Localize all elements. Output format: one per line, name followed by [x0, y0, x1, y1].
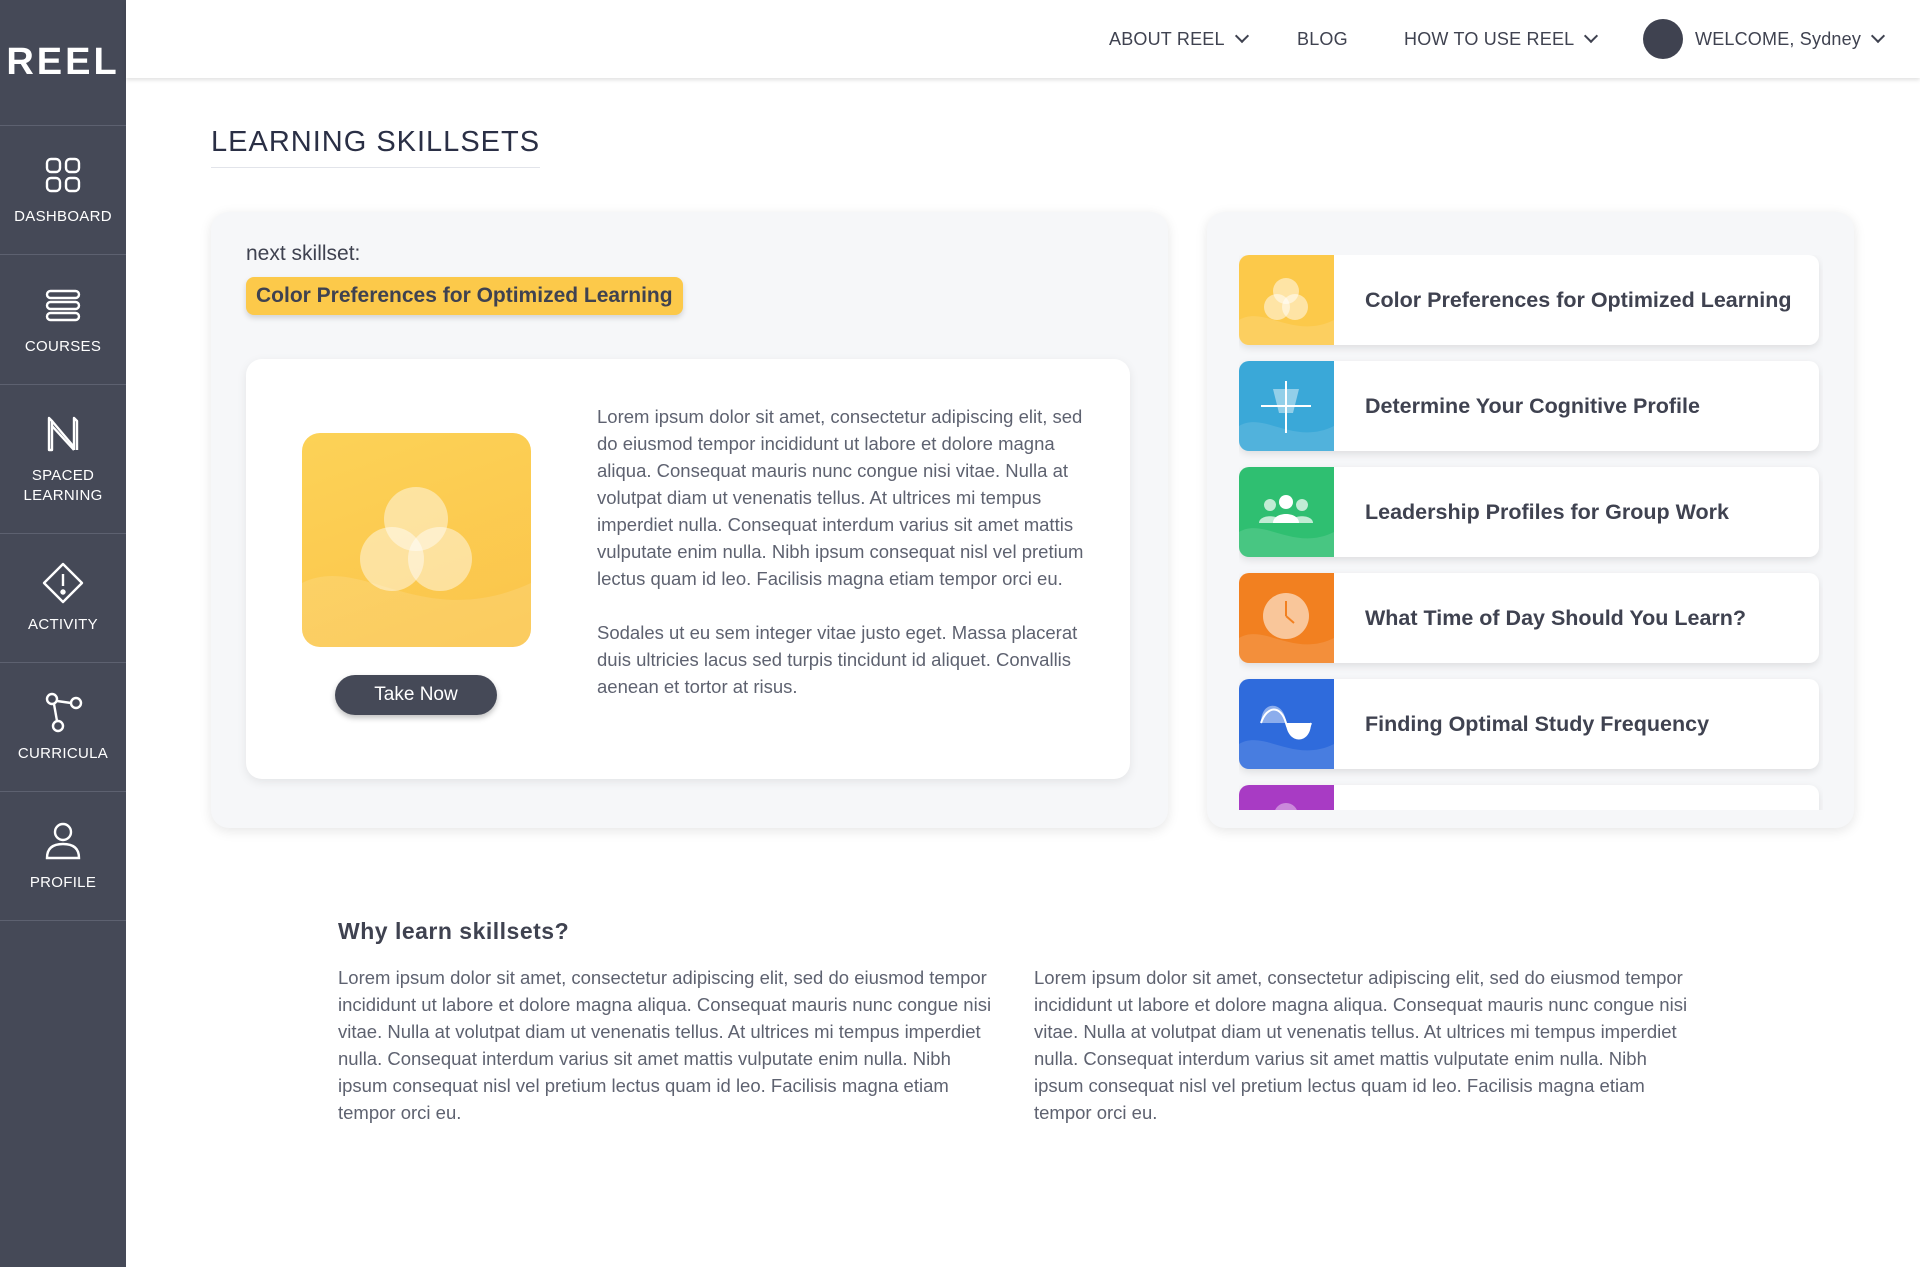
sidebar-item-label: DASHBOARD [14, 208, 112, 225]
sidebar-item-curricula[interactable]: CURRICULA [0, 663, 126, 792]
chevron-down-icon [1234, 28, 1249, 44]
skillset-description: Lorem ipsum dolor sit amet, consectetur … [597, 403, 1087, 700]
list-icon [41, 283, 85, 327]
user-icon [41, 819, 85, 863]
partial-icon [1239, 785, 1334, 810]
reel-logo[interactable]: REEL [0, 0, 126, 126]
skillset-item[interactable] [1239, 785, 1819, 810]
sidebar-item-label: COURSES [24, 337, 102, 355]
skillset-name: Leadership Profiles for Group Work [1365, 499, 1729, 524]
nav-label: ABOUT REEL [1109, 28, 1225, 49]
description-paragraph: Lorem ipsum dolor sit amet, consectetur … [597, 406, 1084, 589]
nav-how-to-use-reel[interactable]: HOW TO USE REEL [1404, 0, 1599, 78]
nav-label: HOW TO USE REEL [1404, 28, 1575, 49]
alert-diamond-icon [41, 561, 85, 605]
chevron-down-icon [1584, 28, 1599, 44]
skillset-item[interactable]: What Time of Day Should You Learn? [1239, 573, 1819, 663]
skillset-item[interactable]: Determine Your Cognitive Profile [1239, 361, 1819, 451]
skillset-name: Color Preferences for Optimized Learning [1365, 287, 1792, 312]
skillset-item[interactable]: Finding Optimal Study Frequency [1239, 679, 1819, 769]
next-skillset-label: next skillset: [246, 242, 361, 265]
sidebar-item-profile[interactable]: PROFILE [0, 792, 126, 921]
skillset-name: Finding Optimal Study Frequency [1365, 711, 1710, 736]
skillset-item[interactable]: Color Preferences for Optimized Learning [1239, 255, 1819, 345]
color-circles-icon [302, 433, 531, 647]
sidebar-item-activity[interactable]: ACTIVITY [0, 534, 126, 663]
sidebar-item-label: ACTIVITY [28, 616, 98, 633]
clock-icon [1239, 573, 1334, 663]
welcome-label: WELCOME, Sydney [1695, 28, 1862, 49]
nav-about-reel[interactable]: ABOUT REEL [1109, 0, 1249, 78]
sidebar-item-label: CURRICULA [17, 745, 109, 762]
sidebar-item-spaced-learning[interactable]: SPACED LEARNING [0, 385, 126, 534]
avatar [1643, 19, 1683, 59]
nav-blog[interactable]: BLOG [1297, 0, 1348, 78]
why-heading: Why learn skillsets? [338, 918, 570, 944]
chevron-down-icon [1870, 28, 1886, 44]
skillset-name: What Time of Day Should You Learn? [1365, 605, 1747, 630]
wave-icon [1239, 679, 1334, 769]
user-menu[interactable]: WELCOME, Sydney [1643, 0, 1886, 78]
skillset-list-panel: Color Preferences for Optimized Learning… [1207, 212, 1854, 828]
sidebar-item-label: SPACED LEARNING [23, 467, 103, 504]
sidebar: REEL DASHBOARD COURSES SPACED LEARNING A… [0, 0, 126, 1267]
nav-label: BLOG [1297, 28, 1348, 49]
why-paragraph: Lorem ipsum dolor sit amet, consectetur … [338, 967, 992, 1123]
branch-icon [41, 690, 85, 734]
next-skillset-chip[interactable]: Color Preferences for Optimized Learning [246, 277, 683, 315]
description-paragraph: Sodales ut eu sem integer vitae justo eg… [597, 622, 1078, 697]
next-skillset-panel: next skillset: Color Preferences for Opt… [211, 212, 1168, 828]
sidebar-item-label: PROFILE [29, 874, 97, 891]
skillset-name: Determine Your Cognitive Profile [1365, 393, 1700, 418]
sidebar-item-dashboard[interactable]: DASHBOARD [0, 126, 126, 255]
next-skillset-card: Take Now Lorem ipsum dolor sit amet, con… [246, 359, 1130, 779]
why-paragraph: Lorem ipsum dolor sit amet, consectetur … [1034, 967, 1688, 1123]
group-icon [1239, 467, 1334, 557]
skillset-item[interactable]: Leadership Profiles for Group Work [1239, 467, 1819, 557]
spaced-learning-icon [41, 412, 85, 456]
page-title: LEARNING SKILLSETS [211, 126, 541, 168]
take-now-button[interactable]: Take Now [335, 675, 497, 715]
cognitive-icon [1239, 361, 1334, 451]
color-circles-icon [1239, 255, 1334, 345]
grid-icon [41, 153, 85, 197]
sidebar-item-courses[interactable]: COURSES [0, 255, 126, 385]
skillset-list: Color Preferences for Optimized Learning… [1239, 255, 1823, 810]
